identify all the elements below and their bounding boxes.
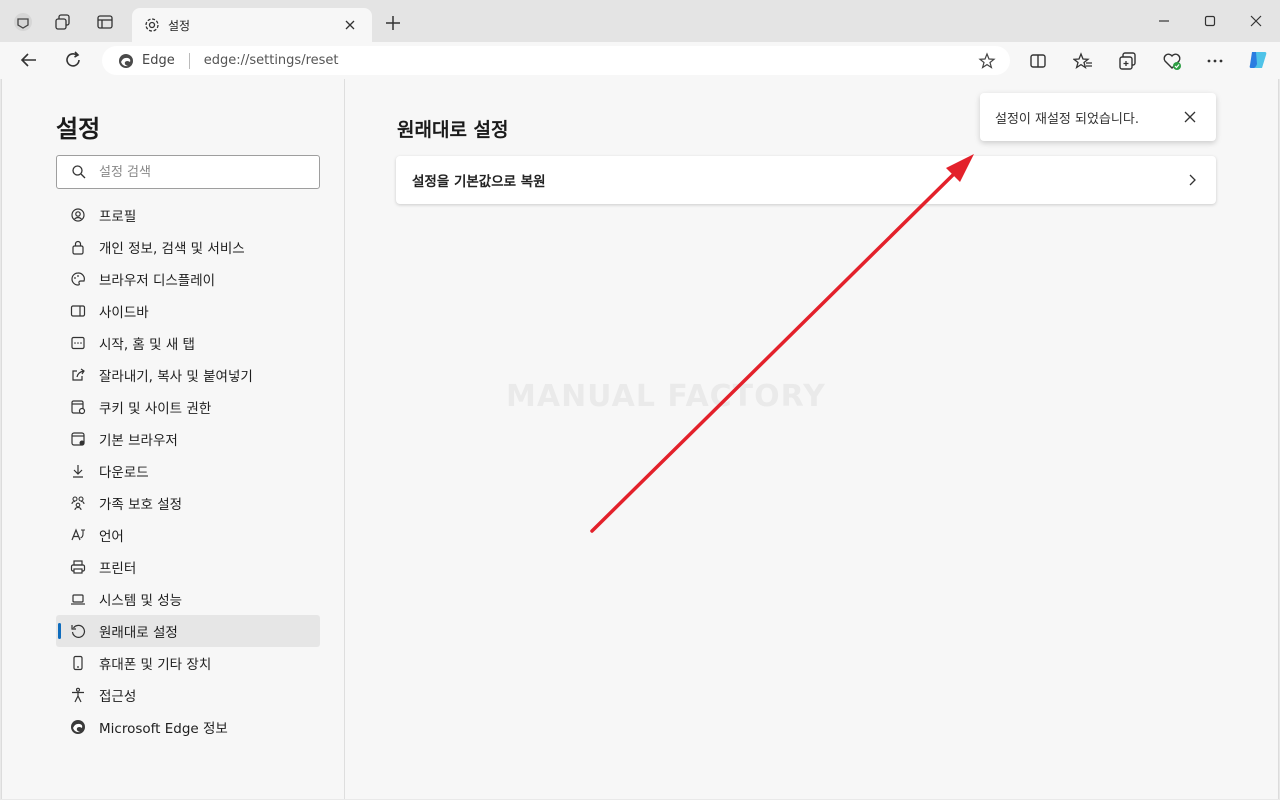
sidebar-item-privacy[interactable]: 개인 정보, 검색 및 서비스 bbox=[56, 231, 320, 263]
family-icon bbox=[70, 495, 86, 511]
sidebar-item-about[interactable]: Microsoft Edge 정보 bbox=[56, 711, 320, 743]
sidebar-item-label: 접근성 bbox=[99, 689, 137, 705]
sidebar-item-label: 프로필 bbox=[99, 209, 137, 225]
new-tab-icon[interactable] bbox=[384, 14, 402, 32]
sidebar-title: 설정 bbox=[56, 115, 101, 143]
language-icon bbox=[70, 527, 86, 543]
sidebar-item-accessibility[interactable]: 접근성 bbox=[56, 679, 320, 711]
sidebar-item-label: Microsoft Edge 정보 bbox=[99, 721, 228, 737]
collections-icon[interactable] bbox=[1118, 51, 1138, 71]
toast-message: 설정이 재설정 되었습니다. bbox=[995, 111, 1139, 127]
sidebar-item-label: 프린터 bbox=[99, 561, 137, 577]
sidebar-item-label: 사이드바 bbox=[99, 305, 149, 321]
split-screen-icon[interactable] bbox=[1028, 51, 1048, 71]
profile-icon[interactable] bbox=[12, 11, 34, 33]
sidebar-item-default-browser[interactable]: 기본 브라우저 bbox=[56, 423, 320, 455]
minimize-icon[interactable] bbox=[1155, 12, 1173, 30]
copilot-icon[interactable] bbox=[1246, 48, 1270, 72]
printer-icon bbox=[70, 559, 86, 575]
favorite-star-icon[interactable] bbox=[978, 52, 996, 70]
tab-settings[interactable]: 설정 bbox=[132, 8, 372, 42]
edge-icon bbox=[70, 719, 86, 735]
sidebar-item-system[interactable]: 시스템 및 성능 bbox=[56, 583, 320, 615]
tab-actions-icon[interactable] bbox=[94, 11, 116, 33]
address-divider bbox=[188, 52, 190, 69]
settings-search[interactable] bbox=[56, 155, 320, 189]
sidebar-item-printers[interactable]: 프린터 bbox=[56, 551, 320, 583]
sidebar-item-label: 휴대폰 및 기타 장치 bbox=[99, 657, 212, 673]
sidebar-item-reset[interactable]: 원래대로 설정 bbox=[56, 615, 320, 647]
sidebar-item-profile[interactable]: 프로필 bbox=[56, 199, 320, 231]
lock-icon bbox=[70, 239, 86, 255]
sidebar-item-sidebar[interactable]: 사이드바 bbox=[56, 295, 320, 327]
share-icon bbox=[70, 367, 86, 383]
home-icon bbox=[70, 335, 86, 351]
sidebar-item-label: 쿠키 및 사이트 권한 bbox=[99, 401, 212, 417]
chevron-right-icon bbox=[1189, 174, 1196, 186]
url-text[interactable]: edge://settings/reset bbox=[204, 53, 339, 68]
close-window-icon[interactable] bbox=[1247, 12, 1265, 30]
sidebar-item-share-copy[interactable]: 잘라내기, 복사 및 붙여넣기 bbox=[56, 359, 320, 391]
edge-icon bbox=[119, 53, 133, 68]
restore-defaults-label: 설정을 기본값으로 복원 bbox=[412, 174, 546, 190]
title-bar: 설정 bbox=[0, 0, 1280, 42]
more-options-icon[interactable] bbox=[1205, 51, 1225, 71]
close-tab-icon[interactable] bbox=[342, 17, 358, 33]
settings-menu: 프로필 개인 정보, 검색 및 서비스 브라우저 디스플레이 사이드바 시작, … bbox=[56, 199, 320, 743]
accessibility-icon bbox=[70, 687, 86, 703]
sidebar-item-label: 잘라내기, 복사 및 붙여넣기 bbox=[99, 369, 253, 385]
refresh-icon[interactable] bbox=[63, 50, 83, 70]
workspaces-icon[interactable] bbox=[52, 11, 74, 33]
browser-icon bbox=[70, 431, 86, 447]
reset-icon bbox=[70, 623, 86, 639]
search-input[interactable] bbox=[99, 164, 299, 180]
browser-toolbar: Edge edge://settings/reset bbox=[0, 42, 1280, 79]
watermark: MANUAL FACTORY bbox=[506, 379, 826, 414]
back-icon[interactable] bbox=[19, 50, 39, 70]
cookie-icon bbox=[70, 399, 86, 415]
sidebar-item-appearance[interactable]: 브라우저 디스플레이 bbox=[56, 263, 320, 295]
gear-icon bbox=[145, 18, 159, 32]
address-bar[interactable]: Edge edge://settings/reset bbox=[102, 46, 1010, 75]
laptop-icon bbox=[70, 591, 86, 607]
sidebar-item-label: 개인 정보, 검색 및 서비스 bbox=[99, 241, 245, 257]
search-icon bbox=[72, 165, 86, 179]
palette-icon bbox=[70, 271, 86, 287]
sidebar-item-label: 기본 브라우저 bbox=[99, 433, 178, 449]
site-label: Edge bbox=[142, 53, 175, 68]
sidebar-item-start-home[interactable]: 시작, 홈 및 새 탭 bbox=[56, 327, 320, 359]
profile-icon bbox=[70, 207, 86, 223]
browser-essentials-icon[interactable] bbox=[1162, 51, 1182, 71]
sidebar-item-label: 원래대로 설정 bbox=[99, 625, 178, 641]
settings-content: 원래대로 설정 설정을 기본값으로 복원 MANUAL FACTORY 설정이 … bbox=[346, 79, 1278, 799]
tab-title: 설정 bbox=[168, 18, 191, 33]
phone-icon bbox=[70, 655, 86, 671]
sidebar-icon bbox=[70, 303, 86, 319]
reset-toast: 설정이 재설정 되었습니다. bbox=[980, 93, 1216, 141]
page-title: 원래대로 설정 bbox=[397, 119, 509, 141]
settings-page: 설정 프로필 개인 정보, 검색 및 서비스 브라우저 디스플레이 사이드바 bbox=[1, 79, 1279, 799]
sidebar-item-label: 시작, 홈 및 새 탭 bbox=[99, 337, 195, 353]
sidebar-item-phone[interactable]: 휴대폰 및 기타 장치 bbox=[56, 647, 320, 679]
download-icon bbox=[70, 463, 86, 479]
maximize-icon[interactable] bbox=[1201, 12, 1219, 30]
settings-sidebar: 설정 프로필 개인 정보, 검색 및 서비스 브라우저 디스플레이 사이드바 bbox=[2, 79, 345, 799]
sidebar-item-label: 다운로드 bbox=[99, 465, 149, 481]
sidebar-item-family[interactable]: 가족 보호 설정 bbox=[56, 487, 320, 519]
close-icon[interactable] bbox=[1182, 109, 1198, 125]
restore-defaults-button[interactable]: 설정을 기본값으로 복원 bbox=[396, 156, 1216, 204]
sidebar-item-downloads[interactable]: 다운로드 bbox=[56, 455, 320, 487]
sidebar-item-label: 가족 보호 설정 bbox=[99, 497, 183, 513]
sidebar-item-label: 브라우저 디스플레이 bbox=[99, 273, 216, 289]
favorites-icon[interactable] bbox=[1073, 51, 1093, 71]
sidebar-item-label: 시스템 및 성능 bbox=[99, 593, 183, 609]
sidebar-item-cookies[interactable]: 쿠키 및 사이트 권한 bbox=[56, 391, 320, 423]
sidebar-item-languages[interactable]: 언어 bbox=[56, 519, 320, 551]
sidebar-item-label: 언어 bbox=[99, 529, 124, 545]
